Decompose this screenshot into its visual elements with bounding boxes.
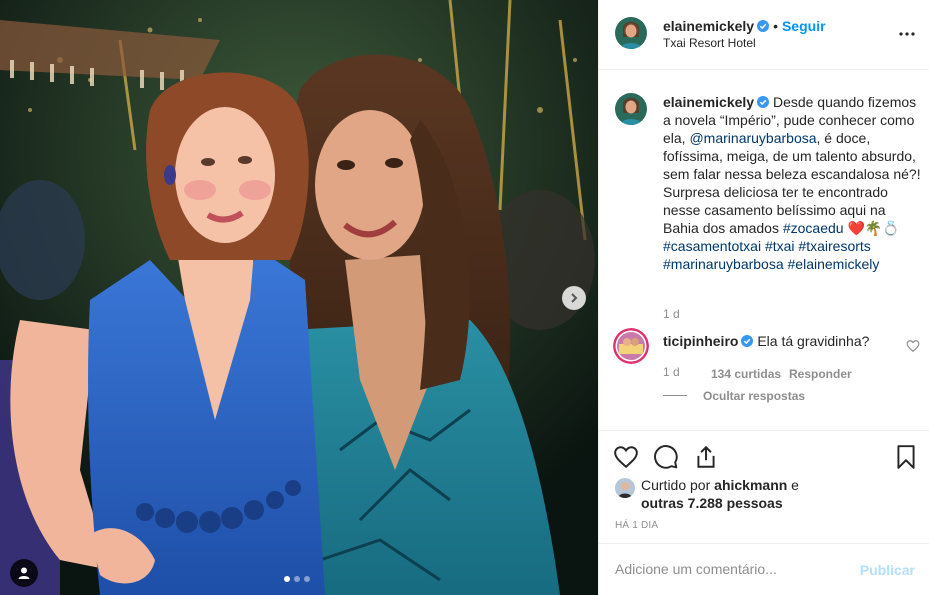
tagged-users-button[interactable] [10, 559, 38, 587]
hashtag-link[interactable]: #txai [765, 238, 795, 254]
reply-button[interactable]: Responder [789, 367, 852, 381]
comment-body: Ela tá gravidinha? [757, 333, 870, 349]
comment-timestamp[interactable]: 1 d [663, 365, 680, 379]
instagram-post: elainemickely • Seguir Txai Resort Hotel e… [0, 0, 929, 595]
chevron-right-icon [571, 293, 578, 303]
liked-by-conjunction: e [787, 477, 799, 493]
commenter-username[interactable]: ticipinheiro [663, 333, 738, 349]
carousel-indicator [284, 576, 310, 582]
carousel-dot [304, 576, 310, 582]
share-icon[interactable] [693, 444, 719, 470]
caption-emojis: ❤️🌴💍 [847, 220, 900, 236]
liker-avatar[interactable] [615, 478, 635, 498]
caption-timestamp[interactable]: 1 d [663, 307, 680, 321]
liked-by-summary: Curtido por ahickmann e outras 7.288 pess… [641, 476, 841, 512]
author-username[interactable]: elainemickely [663, 18, 754, 34]
liker-username[interactable]: ahickmann [714, 477, 787, 493]
comment-bubble-icon[interactable] [653, 444, 679, 470]
photo-image [0, 0, 598, 595]
comment-text: ticipinheiro Ela tá gravidinha? [663, 332, 869, 350]
hashtag-link[interactable]: #zocaedu [783, 220, 844, 236]
verified-badge-icon [741, 335, 754, 347]
carousel-dot [294, 576, 300, 582]
hashtag-link[interactable]: #elainemickely [788, 256, 880, 272]
follow-button[interactable]: Seguir [782, 18, 826, 34]
replies-divider [663, 395, 687, 396]
add-comment-bar: Publicar [599, 543, 929, 595]
hide-replies-button[interactable]: Ocultar respostas [703, 389, 805, 403]
more-options-button[interactable] [897, 24, 917, 44]
post-date[interactable]: HÁ 1 DIA [615, 520, 658, 531]
like-heart-icon[interactable] [613, 444, 639, 470]
liked-by-prefix: Curtido por [641, 477, 715, 493]
post-header: elainemickely • Seguir Txai Resort Hotel [599, 0, 929, 70]
comment-likes[interactable]: 134 curtidas [711, 367, 781, 381]
save-bookmark-icon[interactable] [893, 444, 919, 470]
liked-by-others-link[interactable]: outras 7.288 pessoas [641, 495, 783, 511]
verified-badge-icon [757, 96, 770, 108]
post-photo[interactable] [0, 0, 598, 595]
caption-username[interactable]: elainemickely [663, 94, 754, 110]
verified-badge-icon [757, 20, 770, 32]
caption-text: elainemickely Desde quando fizemos a nov… [663, 93, 921, 273]
author-avatar[interactable] [615, 17, 647, 49]
more-options-icon [899, 32, 915, 36]
mention-link[interactable]: @marinaruybarbosa [689, 130, 816, 146]
commenter-avatar[interactable] [613, 328, 649, 364]
publish-comment-button[interactable]: Publicar [860, 562, 915, 578]
header-separator: • [773, 18, 778, 34]
like-comment-heart-icon[interactable] [906, 339, 920, 353]
post-actions: Curtido por ahickmann e outras 7.288 pess… [599, 430, 929, 543]
user-icon [18, 567, 30, 579]
location-link[interactable]: Txai Resort Hotel [663, 36, 756, 50]
hashtag-link[interactable]: #casamentotxai [663, 238, 761, 254]
hashtag-link[interactable]: #txairesorts [798, 238, 870, 254]
next-slide-button[interactable] [562, 286, 586, 310]
add-comment-input[interactable] [615, 561, 835, 577]
carousel-dot-active [284, 576, 290, 582]
hashtag-link[interactable]: #marinaruybarbosa [663, 256, 784, 272]
caption-avatar[interactable] [615, 93, 647, 125]
post-side-panel: elainemickely • Seguir Txai Resort Hotel e… [598, 0, 929, 595]
comments-section: elainemickely Desde quando fizemos a nov… [599, 71, 929, 429]
